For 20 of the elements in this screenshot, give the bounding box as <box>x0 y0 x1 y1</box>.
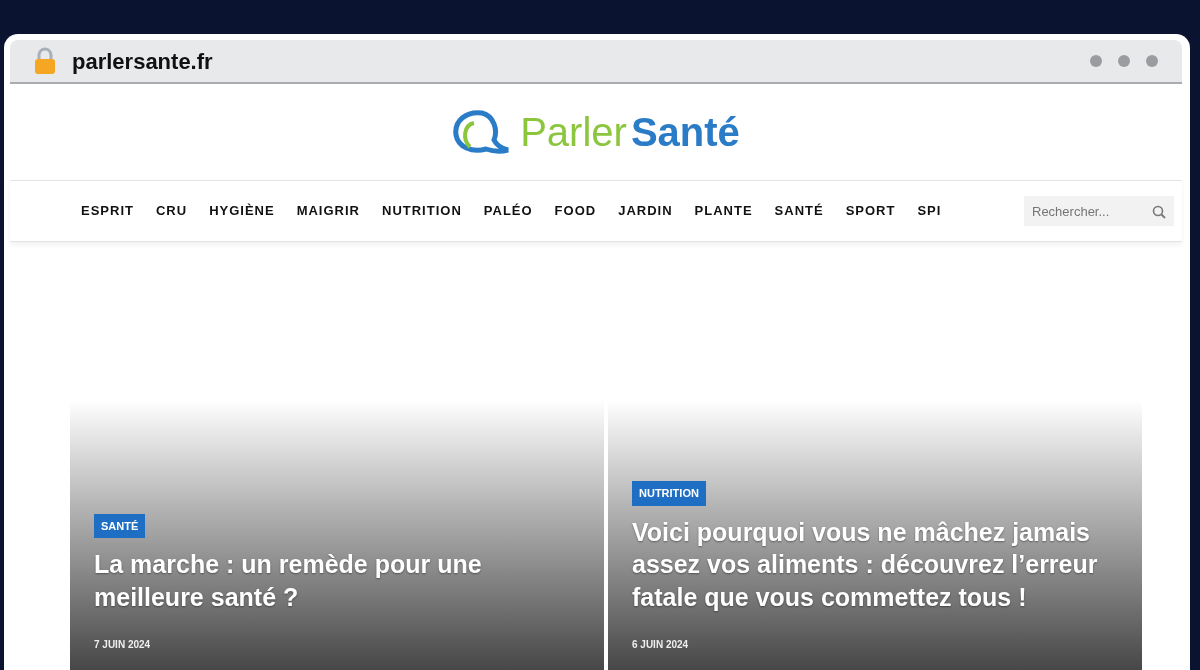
article-date: 6 JUIN 2024 <box>632 638 690 652</box>
nav-link[interactable]: MAIGRIR <box>285 201 371 221</box>
nav-link[interactable]: SPORT <box>834 201 907 221</box>
nav-link[interactable]: PALÉO <box>472 201 544 221</box>
nav-link[interactable]: CRU <box>144 201 199 221</box>
nav-link[interactable]: SPI <box>906 201 953 221</box>
nav-link[interactable]: PLANTE <box>683 201 764 221</box>
address-url[interactable]: parlersante.fr <box>72 44 213 78</box>
nav-link[interactable]: HYGIÈNE <box>198 201 286 221</box>
category-tag[interactable]: SANTÉ <box>94 513 146 538</box>
nav-link[interactable]: JARDIN <box>607 201 684 221</box>
article-date: 7 JUIN 2024 <box>94 638 152 652</box>
nav-link[interactable]: NUTRITION <box>371 201 473 221</box>
nav-link[interactable]: ESPRIT <box>70 201 145 221</box>
article-title[interactable]: Voici pourquoi vous ne mâchez jamais assez vos aliments : découvrez l’erreur fatale que vous commettez tous ! <box>632 515 1118 613</box>
article-title[interactable]: La marche : un remède pour une meilleure santé ? <box>94 548 580 613</box>
site-logo[interactable]: ParlerSanté <box>452 102 740 162</box>
nav-link[interactable]: SANTÉ <box>763 201 835 221</box>
category-tag[interactable]: NUTRITION <box>632 481 706 506</box>
nav-link[interactable]: FOOD <box>543 201 608 221</box>
